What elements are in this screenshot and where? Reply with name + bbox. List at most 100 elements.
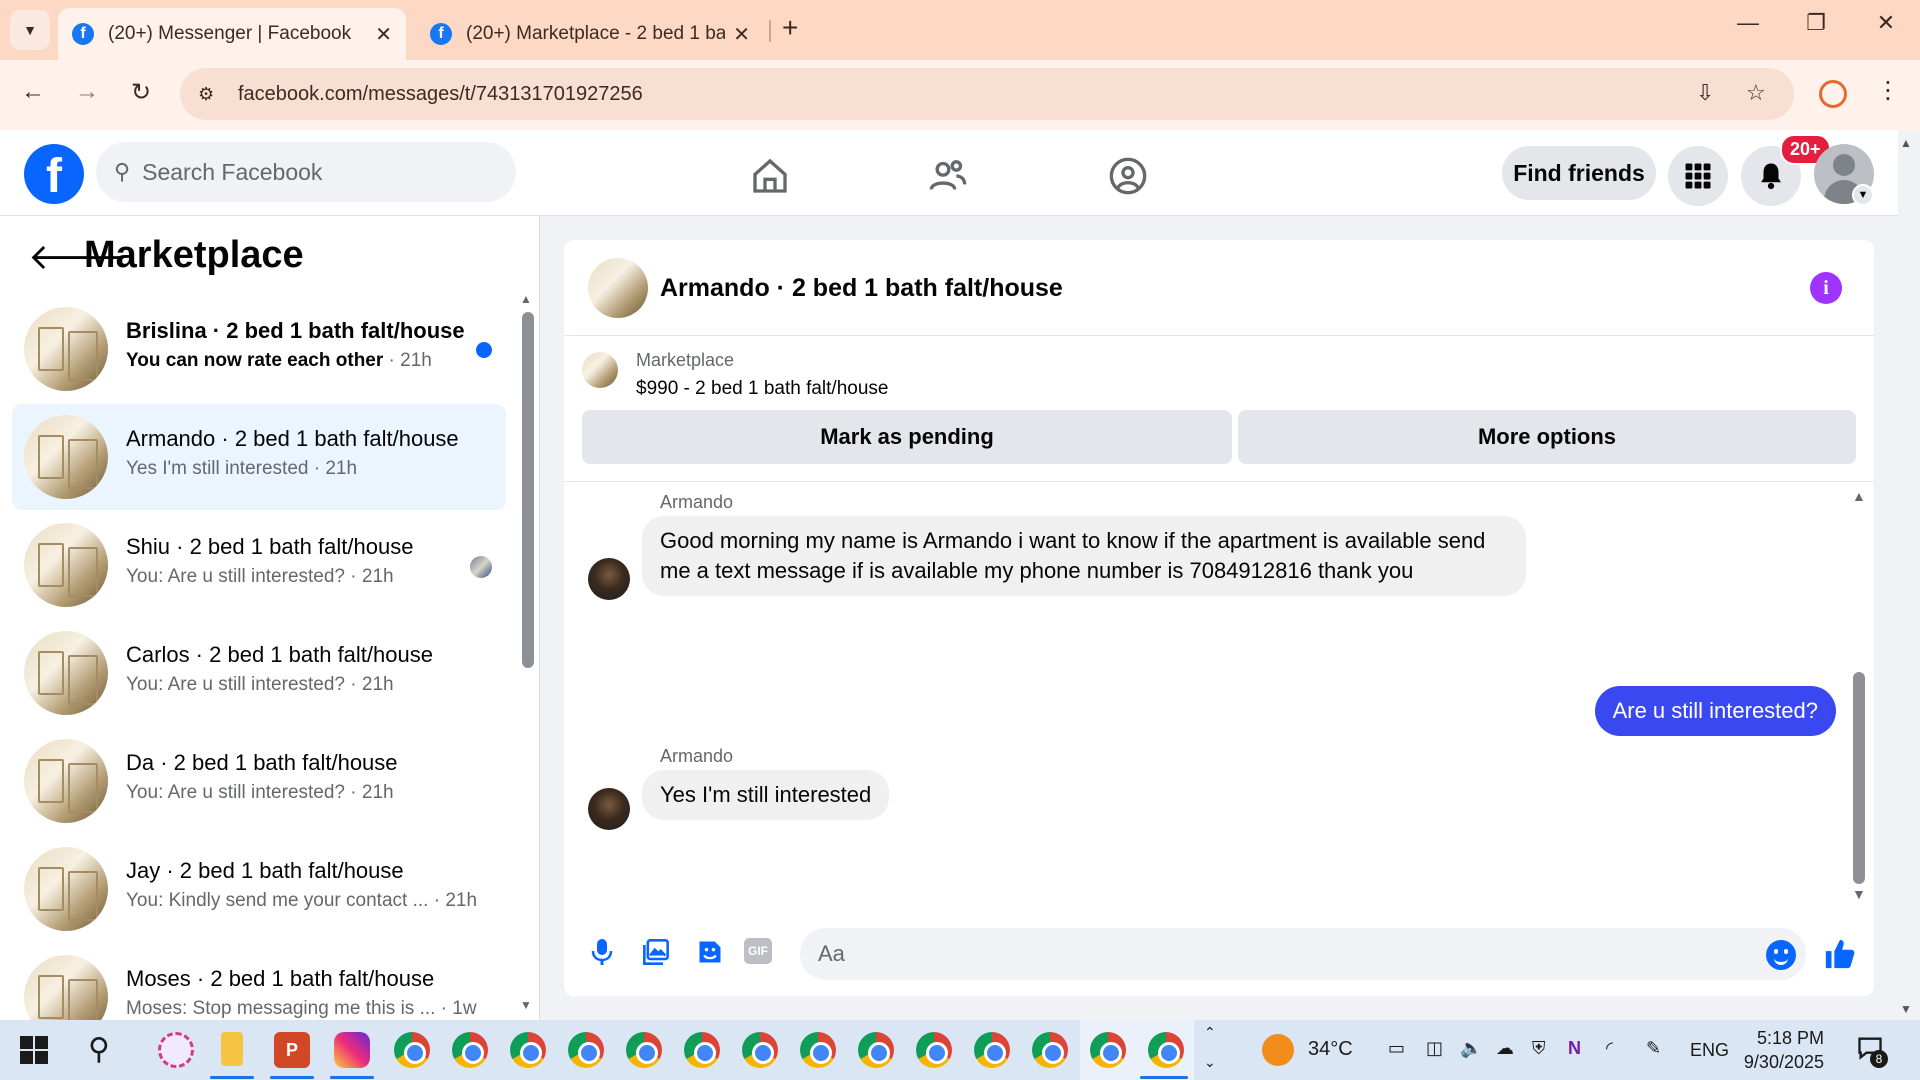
conversation-item[interactable]: Armando · 2 bed 1 bath falt/house Yes I'…	[12, 404, 506, 510]
close-icon[interactable]: ✕	[733, 22, 750, 47]
conversation-item[interactable]: Carlos · 2 bed 1 bath falt/house You: Ar…	[12, 620, 506, 726]
sender-avatar[interactable]	[588, 788, 630, 830]
listing-thumbnail[interactable]	[588, 258, 648, 318]
windows-start-icon[interactable]	[20, 1036, 48, 1064]
chrome-icon[interactable]	[452, 1032, 488, 1068]
scrollbar-thumb[interactable]	[522, 312, 534, 668]
onedrive-icon[interactable]: ☁	[1496, 1038, 1514, 1059]
search-bar[interactable]: ⚲	[96, 142, 516, 202]
battery-icon[interactable]: ▭	[1388, 1038, 1405, 1059]
search-icon[interactable]: ⚲	[88, 1032, 110, 1067]
page-scroll-down-arrow[interactable]: ▼	[1900, 1002, 1912, 1016]
bookmark-star-icon[interactable]: ☆	[1746, 80, 1766, 106]
tab-marketplace[interactable]: f (20+) Marketplace - 2 bed 1 bath ✕	[416, 8, 764, 60]
instagram-icon[interactable]	[334, 1032, 370, 1068]
conversation-item[interactable]: Shiu · 2 bed 1 bath falt/house You: Are …	[12, 512, 506, 618]
scroll-up-arrow[interactable]: ▲	[520, 292, 532, 306]
sticker-icon[interactable]	[694, 936, 726, 968]
weather-icon[interactable]	[1262, 1034, 1294, 1066]
scroll-down-arrow[interactable]: ▼	[1852, 886, 1866, 902]
clock[interactable]: 5:18 PM 9/30/2025	[1740, 1026, 1824, 1074]
chrome-icon[interactable]	[1032, 1032, 1068, 1068]
address-bar[interactable]: ⚙ facebook.com/messages/t/74313170192725…	[180, 68, 1794, 120]
volume-icon[interactable]: 🔈	[1460, 1038, 1482, 1059]
tab-title: (20+) Marketplace - 2 bed 1 bath	[466, 23, 726, 44]
gif-icon[interactable]: GIF	[744, 938, 772, 964]
listing-thumbnail	[24, 955, 108, 1020]
language-indicator[interactable]: ENG	[1690, 1040, 1729, 1061]
file-explorer-icon[interactable]	[221, 1032, 243, 1066]
onenote-icon[interactable]: N	[1568, 1038, 1581, 1059]
info-icon[interactable]: i	[1810, 272, 1842, 304]
tab-search-button[interactable]: ▼	[10, 10, 50, 50]
minimize-icon[interactable]: —	[1728, 10, 1768, 36]
powerpoint-icon[interactable]: P	[274, 1032, 310, 1068]
back-arrow-icon[interactable]: ←	[16, 78, 50, 106]
conversation-item[interactable]: Brislina · 2 bed 1 bath falt/house You c…	[12, 296, 506, 402]
chrome-icon[interactable]	[974, 1032, 1010, 1068]
chevron-down-icon[interactable]: ⌄	[1204, 1054, 1216, 1071]
site-settings-icon[interactable]: ⚙	[198, 84, 222, 105]
chrome-icon[interactable]	[1090, 1032, 1126, 1068]
window-close-icon[interactable]: ✕	[1866, 10, 1906, 36]
chrome-icon[interactable]	[858, 1032, 894, 1068]
chrome-icon[interactable]	[800, 1032, 836, 1068]
chrome-icon[interactable]	[510, 1032, 546, 1068]
browser-profile-icon[interactable]	[1819, 80, 1847, 108]
emoji-icon[interactable]	[1766, 940, 1796, 970]
chrome-icon[interactable]	[626, 1032, 662, 1068]
listing-thumbnail[interactable]	[582, 352, 618, 388]
home-icon[interactable]	[746, 152, 794, 200]
camera-icon[interactable]: ◫	[1426, 1038, 1443, 1059]
forward-arrow-icon[interactable]: →	[70, 78, 104, 106]
clock-time: 5:18 PM	[1756, 1028, 1824, 1048]
facebook-logo-icon[interactable]: f	[24, 144, 84, 204]
friends-icon[interactable]	[924, 152, 972, 200]
conversation-item[interactable]: Jay · 2 bed 1 bath falt/house You: Kindl…	[12, 836, 506, 942]
message-input[interactable]	[800, 928, 1806, 980]
more-options-button[interactable]: More options	[1238, 410, 1856, 464]
chevron-down-icon[interactable]: ▼	[1852, 184, 1874, 206]
reload-icon[interactable]: ↻	[124, 78, 158, 107]
install-app-icon[interactable]: ⇩	[1696, 80, 1714, 106]
restore-icon[interactable]: ❐	[1796, 10, 1836, 36]
microphone-icon[interactable]	[586, 936, 618, 968]
pen-icon[interactable]: ✎	[1646, 1038, 1661, 1059]
scroll-up-arrow[interactable]: ▲	[1852, 488, 1866, 504]
security-shield-icon[interactable]: ⛨	[1532, 1038, 1546, 1059]
incoming-message[interactable]: Good morning my name is Armando i want t…	[642, 516, 1526, 596]
snipping-tool-icon[interactable]	[158, 1032, 194, 1068]
mark-as-pending-button[interactable]: Mark as pending	[582, 410, 1232, 464]
chrome-icon[interactable]	[1148, 1032, 1184, 1068]
tab-messenger[interactable]: f (20+) Messenger | Facebook ✕	[58, 8, 406, 60]
browser-menu-icon[interactable]: ⋮	[1876, 76, 1900, 105]
photo-icon[interactable]	[640, 936, 672, 968]
menu-grid-icon[interactable]	[1668, 146, 1728, 206]
chrome-icon[interactable]	[394, 1032, 430, 1068]
sender-avatar[interactable]	[588, 558, 630, 600]
chrome-icon[interactable]	[742, 1032, 778, 1068]
chrome-icon[interactable]	[916, 1032, 952, 1068]
chrome-icon[interactable]	[568, 1032, 604, 1068]
new-tab-plus-icon[interactable]: +	[782, 12, 798, 44]
search-input[interactable]	[142, 158, 463, 186]
wifi-icon[interactable]: ◜	[1606, 1038, 1613, 1059]
thumbs-up-icon[interactable]	[1820, 934, 1860, 974]
listing-price[interactable]: $990 - 2 bed 1 bath falt/house	[636, 378, 888, 400]
tab-title: (20+) Messenger | Facebook	[108, 23, 352, 44]
chrome-icon[interactable]	[684, 1032, 720, 1068]
conversation-preview: You: Are u still interested? · 21h	[126, 674, 394, 695]
outgoing-message[interactable]: Are u still interested?	[1594, 686, 1836, 736]
chevron-up-icon[interactable]: ⌃	[1204, 1024, 1216, 1041]
scroll-down-arrow[interactable]: ▼	[520, 998, 532, 1012]
conversation-name: Carlos · 2 bed 1 bath falt/house	[126, 642, 433, 667]
scrollbar-thumb[interactable]	[1853, 672, 1865, 884]
find-friends-button[interactable]: Find friends	[1502, 146, 1656, 200]
incoming-message[interactable]: Yes I'm still interested	[642, 770, 890, 820]
groups-icon[interactable]	[1104, 152, 1152, 200]
chat-title[interactable]: Armando · 2 bed 1 bath falt/house	[660, 274, 1063, 303]
conversation-item[interactable]: Moses · 2 bed 1 bath falt/house Moses: S…	[12, 944, 506, 1020]
conversation-item[interactable]: Da · 2 bed 1 bath falt/house You: Are u …	[12, 728, 506, 834]
close-icon[interactable]: ✕	[375, 22, 392, 47]
page-scroll-up-arrow[interactable]: ▲	[1900, 136, 1912, 150]
